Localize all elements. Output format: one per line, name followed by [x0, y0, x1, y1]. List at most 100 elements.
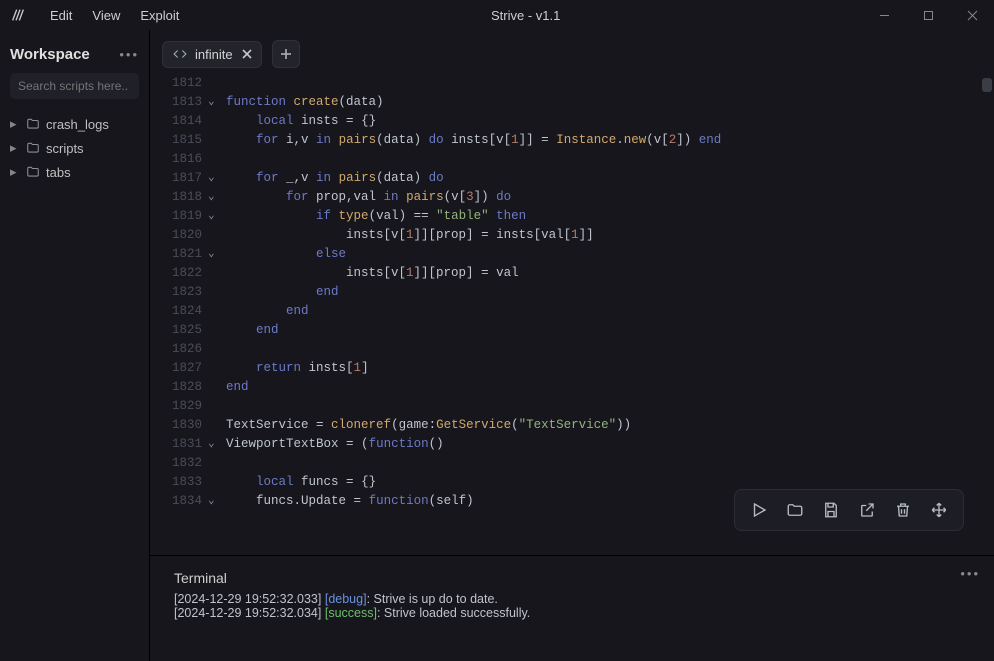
fold-spacer — [208, 150, 226, 169]
code-line[interactable]: end — [226, 378, 994, 397]
code-line[interactable] — [226, 74, 994, 93]
open-folder-icon[interactable] — [785, 500, 805, 520]
code-line[interactable]: local insts = {} — [226, 112, 994, 131]
minimize-button[interactable] — [862, 0, 906, 30]
menu-edit[interactable]: Edit — [40, 4, 82, 27]
code-line[interactable]: else — [226, 245, 994, 264]
code-line[interactable] — [226, 397, 994, 416]
line-number: 1813 — [150, 93, 202, 112]
line-number: 1830 — [150, 416, 202, 435]
code-line[interactable]: TextService = cloneref(game:GetService("… — [226, 416, 994, 435]
tree-item-scripts[interactable]: ▸ scripts — [10, 137, 139, 159]
code-line[interactable]: for prop,val in pairs(v[3]) do — [226, 188, 994, 207]
tree-item-tabs[interactable]: ▸ tabs — [10, 161, 139, 183]
terminal-line: [2024-12-29 19:52:32.033] [debug]: Striv… — [174, 592, 970, 606]
line-number: 1832 — [150, 454, 202, 473]
sidebar-title: Workspace — [10, 46, 90, 63]
code-line[interactable]: end — [226, 283, 994, 302]
tab-infinite[interactable]: infinite — [162, 41, 262, 68]
fold-chevron-icon[interactable]: ⌄ — [208, 245, 226, 264]
code-content[interactable]: function create(data) local insts = {} f… — [226, 74, 994, 549]
tab-label: infinite — [195, 47, 233, 62]
line-number: 1817 — [150, 169, 202, 188]
code-line[interactable]: insts[v[1]][prop] = insts[val[1]] — [226, 226, 994, 245]
fold-spacer — [208, 473, 226, 492]
action-bar — [734, 489, 964, 531]
close-button[interactable] — [950, 0, 994, 30]
maximize-button[interactable] — [906, 0, 950, 30]
terminal-menu-icon[interactable]: ••• — [960, 566, 980, 581]
code-line[interactable]: function create(data) — [226, 93, 994, 112]
line-number: 1819 — [150, 207, 202, 226]
menu-view[interactable]: View — [82, 4, 130, 27]
file-tree: ▸ crash_logs ▸ scripts ▸ tabs — [10, 113, 139, 183]
fold-spacer — [208, 397, 226, 416]
tab-close-icon[interactable] — [241, 48, 253, 60]
save-icon[interactable] — [821, 500, 841, 520]
code-icon — [173, 47, 187, 61]
app-logo-icon — [8, 5, 28, 25]
terminal-title: Terminal — [174, 570, 970, 586]
sidebar-menu-icon[interactable]: ••• — [119, 47, 139, 62]
line-number: 1833 — [150, 473, 202, 492]
code-line[interactable]: insts[v[1]][prop] = val — [226, 264, 994, 283]
fold-spacer — [208, 112, 226, 131]
add-tab-button[interactable] — [272, 40, 300, 68]
fold-chevron-icon[interactable]: ⌄ — [208, 207, 226, 226]
fold-spacer — [208, 131, 226, 150]
fold-spacer — [208, 283, 226, 302]
line-number: 1823 — [150, 283, 202, 302]
tree-label: scripts — [46, 141, 84, 156]
code-line[interactable] — [226, 150, 994, 169]
fold-chevron-icon[interactable]: ⌄ — [208, 93, 226, 112]
editor-scrollbar[interactable] — [982, 78, 992, 539]
fold-spacer — [208, 378, 226, 397]
terminal-output: [2024-12-29 19:52:32.033] [debug]: Striv… — [174, 592, 970, 620]
fold-spacer — [208, 340, 226, 359]
line-number: 1812 — [150, 74, 202, 93]
external-link-icon[interactable] — [857, 500, 877, 520]
code-line[interactable]: return insts[1] — [226, 359, 994, 378]
caret-right-icon: ▸ — [10, 116, 20, 132]
line-number: 1816 — [150, 150, 202, 169]
fold-chevron-icon[interactable]: ⌄ — [208, 492, 226, 511]
fold-spacer — [208, 359, 226, 378]
menu-bar: Edit View Exploit — [40, 4, 189, 27]
code-line[interactable] — [226, 454, 994, 473]
folder-icon — [26, 141, 40, 155]
line-number: 1828 — [150, 378, 202, 397]
line-number: 1834 — [150, 492, 202, 511]
code-line[interactable]: for i,v in pairs(data) do insts[v[1]] = … — [226, 131, 994, 150]
code-line[interactable]: if type(val) == "table" then — [226, 207, 994, 226]
move-icon[interactable] — [929, 500, 949, 520]
trash-icon[interactable] — [893, 500, 913, 520]
line-number: 1815 — [150, 131, 202, 150]
tree-item-crash-logs[interactable]: ▸ crash_logs — [10, 113, 139, 135]
fold-spacer — [208, 264, 226, 283]
line-number: 1818 — [150, 188, 202, 207]
code-line[interactable]: end — [226, 302, 994, 321]
fold-column[interactable]: ⌄⌄⌄⌄⌄⌄⌄ — [208, 74, 226, 549]
line-number: 1822 — [150, 264, 202, 283]
tree-label: crash_logs — [46, 117, 109, 132]
fold-spacer — [208, 454, 226, 473]
folder-icon — [26, 165, 40, 179]
fold-chevron-icon[interactable]: ⌄ — [208, 169, 226, 188]
line-number: 1825 — [150, 321, 202, 340]
menu-exploit[interactable]: Exploit — [130, 4, 189, 27]
code-editor[interactable]: 1812181318141815181618171818181918201821… — [150, 68, 994, 549]
fold-chevron-icon[interactable]: ⌄ — [208, 435, 226, 454]
code-line[interactable] — [226, 340, 994, 359]
terminal-panel: ••• Terminal [2024-12-29 19:52:32.033] [… — [150, 555, 994, 661]
fold-spacer — [208, 416, 226, 435]
code-line[interactable]: end — [226, 321, 994, 340]
search-input[interactable] — [10, 73, 139, 99]
titlebar: Edit View Exploit Strive - v1.1 — [0, 0, 994, 30]
scrollbar-thumb[interactable] — [982, 78, 992, 92]
fold-chevron-icon[interactable]: ⌄ — [208, 188, 226, 207]
line-number: 1814 — [150, 112, 202, 131]
run-icon[interactable] — [749, 500, 769, 520]
terminal-line: [2024-12-29 19:52:32.034] [success]: Str… — [174, 606, 970, 620]
code-line[interactable]: ViewportTextBox = (function() — [226, 435, 994, 454]
code-line[interactable]: for _,v in pairs(data) do — [226, 169, 994, 188]
